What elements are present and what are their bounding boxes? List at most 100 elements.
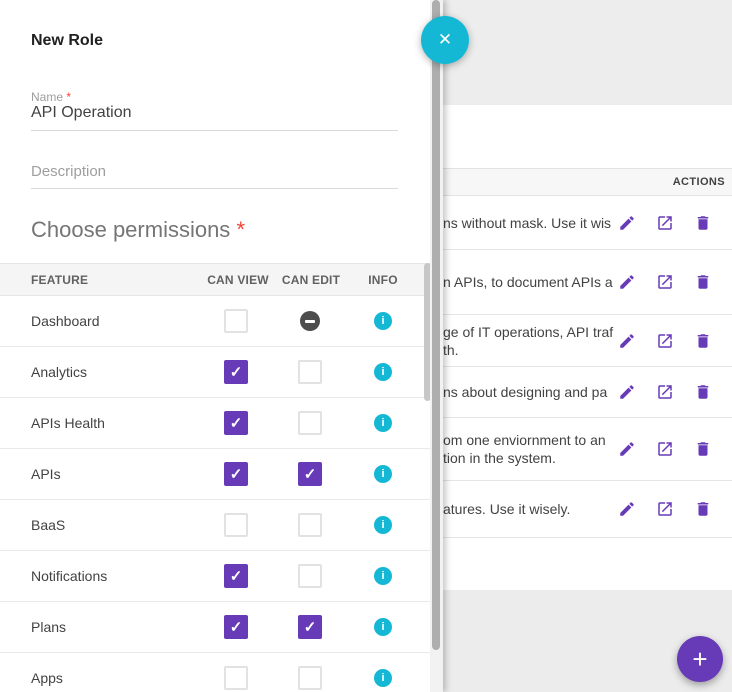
row-text-line: om one enviornment to an (443, 431, 606, 449)
permission-row-apis: APIs i (0, 449, 430, 500)
permissions-table-header: FEATURE CAN VIEW CAN EDIT INFO (0, 263, 430, 296)
edit-icon[interactable] (618, 500, 636, 518)
actions-header-label: ACTIONS (673, 176, 725, 188)
can-view-checkbox[interactable] (224, 411, 248, 435)
open-in-new-icon[interactable] (656, 383, 674, 401)
plus-icon: + (692, 644, 707, 675)
feature-label: Plans (31, 619, 66, 635)
can-edit-checkbox[interactable] (298, 666, 322, 690)
feature-label: Analytics (31, 364, 87, 380)
delete-icon[interactable] (694, 214, 712, 232)
delete-icon[interactable] (694, 273, 712, 291)
row-text-line: ns about designing and pa (443, 383, 607, 401)
permission-row-apis-health: APIs Health i (0, 398, 430, 449)
info-icon[interactable]: i (374, 312, 392, 330)
row-text-line: th. (443, 341, 613, 359)
table-row: ns without mask. Use it wis (443, 196, 732, 250)
row-actions (618, 214, 712, 232)
feature-label: APIs Health (31, 415, 105, 431)
open-in-new-icon[interactable] (656, 440, 674, 458)
info-icon[interactable]: i (374, 567, 392, 585)
feature-label: BaaS (31, 517, 65, 533)
info-icon[interactable]: i (374, 363, 392, 381)
row-text-line: ns without mask. Use it wis (443, 214, 611, 232)
row-description: ns about designing and pa (443, 383, 607, 401)
column-header-info: INFO (368, 273, 397, 287)
edit-icon[interactable] (618, 383, 636, 401)
edit-icon[interactable] (618, 273, 636, 291)
can-view-checkbox[interactable] (224, 666, 248, 690)
row-description: ge of IT operations, API traf th. (443, 323, 613, 359)
open-in-new-icon[interactable] (656, 214, 674, 232)
delete-icon[interactable] (694, 440, 712, 458)
delete-icon[interactable] (694, 332, 712, 350)
permissions-rows: Dashboard i Analytics i APIs Health i (0, 296, 430, 692)
can-view-checkbox[interactable] (224, 513, 248, 537)
can-view-checkbox[interactable] (224, 462, 248, 486)
description-input[interactable] (31, 163, 398, 189)
info-icon[interactable]: i (374, 465, 392, 483)
edit-icon[interactable] (618, 440, 636, 458)
required-asterisk: * (236, 217, 245, 242)
actions-column-header: ACTIONS (443, 168, 732, 196)
can-edit-checkbox[interactable] (298, 411, 322, 435)
info-icon[interactable]: i (374, 414, 392, 432)
can-view-checkbox[interactable] (224, 564, 248, 588)
info-icon[interactable]: i (374, 618, 392, 636)
can-edit-checkbox[interactable] (298, 462, 322, 486)
can-edit-checkbox[interactable] (298, 360, 322, 384)
row-text-line: ge of IT operations, API traf (443, 323, 613, 341)
drawer-title: New Role (31, 32, 103, 50)
row-actions (618, 500, 712, 518)
open-in-new-icon[interactable] (656, 273, 674, 291)
table-row: atures. Use it wisely. (443, 481, 732, 538)
can-view-checkbox[interactable] (224, 309, 248, 333)
can-edit-checkbox[interactable] (298, 564, 322, 588)
drawer-scrollbar-thumb[interactable] (432, 0, 440, 650)
close-icon: ✕ (438, 30, 452, 50)
name-input[interactable] (31, 104, 398, 131)
background-toolbar (443, 0, 732, 105)
column-header-can-edit: CAN EDIT (282, 273, 340, 287)
table-row: ns about designing and pa (443, 367, 732, 418)
permission-row-analytics: Analytics i (0, 347, 430, 398)
row-description: n APIs, to document APIs a (443, 273, 613, 291)
edit-icon[interactable] (618, 332, 636, 350)
permission-row-notifications: Notifications i (0, 551, 430, 602)
row-text-line: atures. Use it wisely. (443, 500, 570, 518)
row-actions (618, 332, 712, 350)
feature-label: Dashboard (31, 313, 100, 329)
row-description: ns without mask. Use it wis (443, 214, 611, 232)
open-in-new-icon[interactable] (656, 500, 674, 518)
add-role-fab[interactable]: + (677, 636, 723, 682)
info-icon[interactable]: i (374, 516, 392, 534)
delete-icon[interactable] (694, 383, 712, 401)
edit-icon[interactable] (618, 214, 636, 232)
background-page: ACTIONS ns without mask. Use it wis n AP… (443, 0, 732, 692)
row-description: atures. Use it wisely. (443, 500, 570, 518)
drawer-scrollbar-track[interactable] (430, 0, 443, 692)
screen: ACTIONS ns without mask. Use it wis n AP… (0, 0, 732, 692)
new-role-drawer: New Role Name * Choose permissions * FEA… (0, 0, 443, 692)
info-icon[interactable]: i (374, 669, 392, 687)
row-text-line: n APIs, to document APIs a (443, 273, 613, 291)
permission-row-plans: Plans i (0, 602, 430, 653)
delete-icon[interactable] (694, 500, 712, 518)
can-edit-blocked-icon (298, 309, 322, 333)
can-edit-checkbox[interactable] (298, 513, 322, 537)
feature-label: APIs (31, 466, 61, 482)
close-drawer-button[interactable]: ✕ (421, 16, 469, 64)
can-view-checkbox[interactable] (224, 615, 248, 639)
permission-row-baas: BaaS i (0, 500, 430, 551)
permission-row-apps: Apps i (0, 653, 430, 692)
can-edit-checkbox[interactable] (298, 615, 322, 639)
name-field-label: Name * (31, 90, 71, 104)
can-view-checkbox[interactable] (224, 360, 248, 384)
permissions-heading: Choose permissions * (31, 217, 245, 243)
open-in-new-icon[interactable] (656, 332, 674, 350)
row-text-line: tion in the system. (443, 449, 606, 467)
row-description: om one enviornment to an tion in the sys… (443, 431, 606, 467)
permission-row-dashboard: Dashboard i (0, 296, 430, 347)
row-actions (618, 383, 712, 401)
column-header-can-view: CAN VIEW (207, 273, 269, 287)
